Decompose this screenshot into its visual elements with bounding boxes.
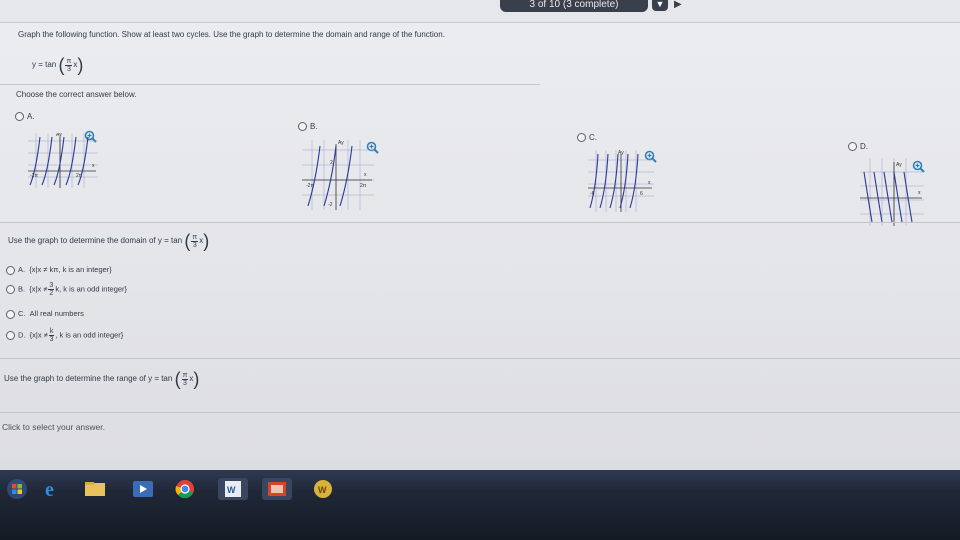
svg-text:e: e [45, 479, 54, 500]
file-explorer-icon[interactable] [80, 478, 110, 500]
svg-text:W: W [227, 485, 236, 495]
option-d-label: D. [860, 142, 868, 151]
x-neg-label: -2π [30, 173, 38, 179]
y-top-label: 2 [330, 160, 333, 166]
pi-over-3-fraction: π3 [181, 371, 189, 387]
y-axis-label: Ay [338, 140, 344, 146]
pi-over-3-fraction: π3 [191, 233, 199, 249]
domain-option-b[interactable]: B. {x|x ≠ 3 2 k, k is an odd integer} [6, 282, 127, 297]
option-c-radio[interactable]: C. [577, 133, 597, 143]
domain-question-text: Use the graph to determine the domain of… [8, 236, 183, 246]
option-a-label: A. [27, 112, 35, 121]
x-axis-label: x [92, 163, 95, 169]
option-text: {x|x ≠ [29, 284, 48, 294]
right-paren: ) [203, 231, 210, 251]
word-icon[interactable]: W [218, 478, 248, 500]
radio-icon[interactable] [15, 112, 24, 122]
x-axis-label: x [648, 180, 651, 186]
powerpoint-icon[interactable] [262, 478, 292, 500]
radio-icon[interactable] [298, 122, 307, 132]
divider [0, 412, 960, 413]
option-d-radio[interactable]: D. [848, 142, 868, 152]
media-player-icon[interactable] [128, 478, 158, 500]
domain-option-c[interactable]: C. All real numbers [6, 309, 84, 319]
radio-icon[interactable] [6, 285, 15, 294]
option-label: D. [18, 330, 26, 340]
left-paren: ( [58, 55, 65, 75]
radio-icon[interactable] [6, 331, 15, 340]
function-display: y = tan (π 3 x) [32, 56, 83, 74]
three-halves-fraction: 32 [48, 282, 55, 297]
function-prefix: y = tan [32, 60, 57, 70]
option-label: B. [18, 284, 26, 294]
divider [0, 358, 960, 359]
radio-icon[interactable] [6, 265, 15, 275]
question-instruction: Graph the following function. Show at le… [18, 30, 445, 39]
option-text: All real numbers [29, 309, 84, 318]
choose-text: Choose the correct answer below. [16, 90, 137, 99]
internet-explorer-icon[interactable]: e [38, 478, 68, 501]
option-label: A. [18, 265, 26, 274]
domain-question: Use the graph to determine the domain of… [8, 232, 209, 250]
graph-option-d[interactable]: Ay x [860, 158, 924, 226]
option-a-radio[interactable]: A. [15, 112, 35, 122]
option-text-suffix: , k is an odd integer} [55, 330, 124, 340]
windows-start-icon[interactable] [4, 478, 30, 500]
forward-icon[interactable]: ▶ [674, 0, 688, 11]
radio-icon[interactable] [577, 133, 586, 143]
option-c-label: C. [589, 133, 597, 142]
y-axis-label: Ay [896, 162, 902, 168]
x-pos-label: 6 [640, 191, 643, 197]
range-question: Use the graph to determine the range of … [4, 370, 199, 388]
app-icon[interactable]: W [308, 478, 338, 500]
divider [0, 222, 960, 223]
left-paren: ( [174, 369, 181, 389]
x-pos-label: 2π [76, 173, 83, 179]
next-question-icon[interactable]: ▼ [652, 0, 668, 11]
divider [0, 84, 540, 85]
option-text: {x|x ≠ [29, 330, 48, 340]
x-pos-label: 2π [360, 183, 367, 189]
x-neg-label: -6 [590, 191, 595, 197]
x-axis-label: x [918, 190, 921, 196]
y-bot-label: -2 [328, 202, 333, 208]
graph-option-c[interactable]: Ay -6 6 x [588, 150, 654, 212]
domain-option-d[interactable]: D. {x|x ≠ k 3, k is an odd integer} [6, 328, 123, 343]
graph-option-a[interactable]: Ay -2π 2π x [28, 133, 98, 188]
domain-option-a[interactable]: A. {x|x ≠ kπ, k is an integer} [6, 265, 112, 275]
radio-icon[interactable] [848, 142, 857, 152]
click-hint: Click to select your answer. [2, 422, 105, 432]
chrome-icon[interactable] [170, 478, 200, 500]
right-paren: ) [77, 55, 84, 75]
y-axis-label: Ay [56, 133, 62, 138]
x-neg-label: -2π [306, 183, 314, 189]
x-axis-label: x [364, 172, 367, 178]
option-b-label: B. [310, 122, 318, 131]
option-b-radio[interactable]: B. [298, 122, 318, 132]
graph-option-b[interactable]: Ay 2 -2 -2π 2π x [302, 140, 374, 210]
y-axis-label: Ay [618, 150, 624, 156]
taskbar: e W W [0, 470, 960, 540]
browser-content: 3 of 10 (3 complete) ▼ ▶ Graph the follo… [0, 0, 960, 470]
radio-icon[interactable] [6, 309, 15, 319]
progress-text: 3 of 10 (3 complete) [500, 0, 648, 12]
k-over-3-fraction: k3 [48, 328, 55, 343]
range-question-text: Use the graph to determine the range of … [4, 374, 173, 384]
pi-over-3-fraction: π3 [65, 57, 73, 73]
svg-text:W: W [318, 485, 327, 495]
progress-bar: 3 of 10 (3 complete) ▼ ▶ [0, 0, 960, 23]
right-paren: ) [193, 369, 200, 389]
option-text: {x|x ≠ kπ, k is an integer} [29, 265, 112, 274]
option-text-suffix: k, k is an odd integer} [55, 284, 128, 294]
option-label: C. [18, 309, 26, 318]
left-paren: ( [184, 231, 191, 251]
